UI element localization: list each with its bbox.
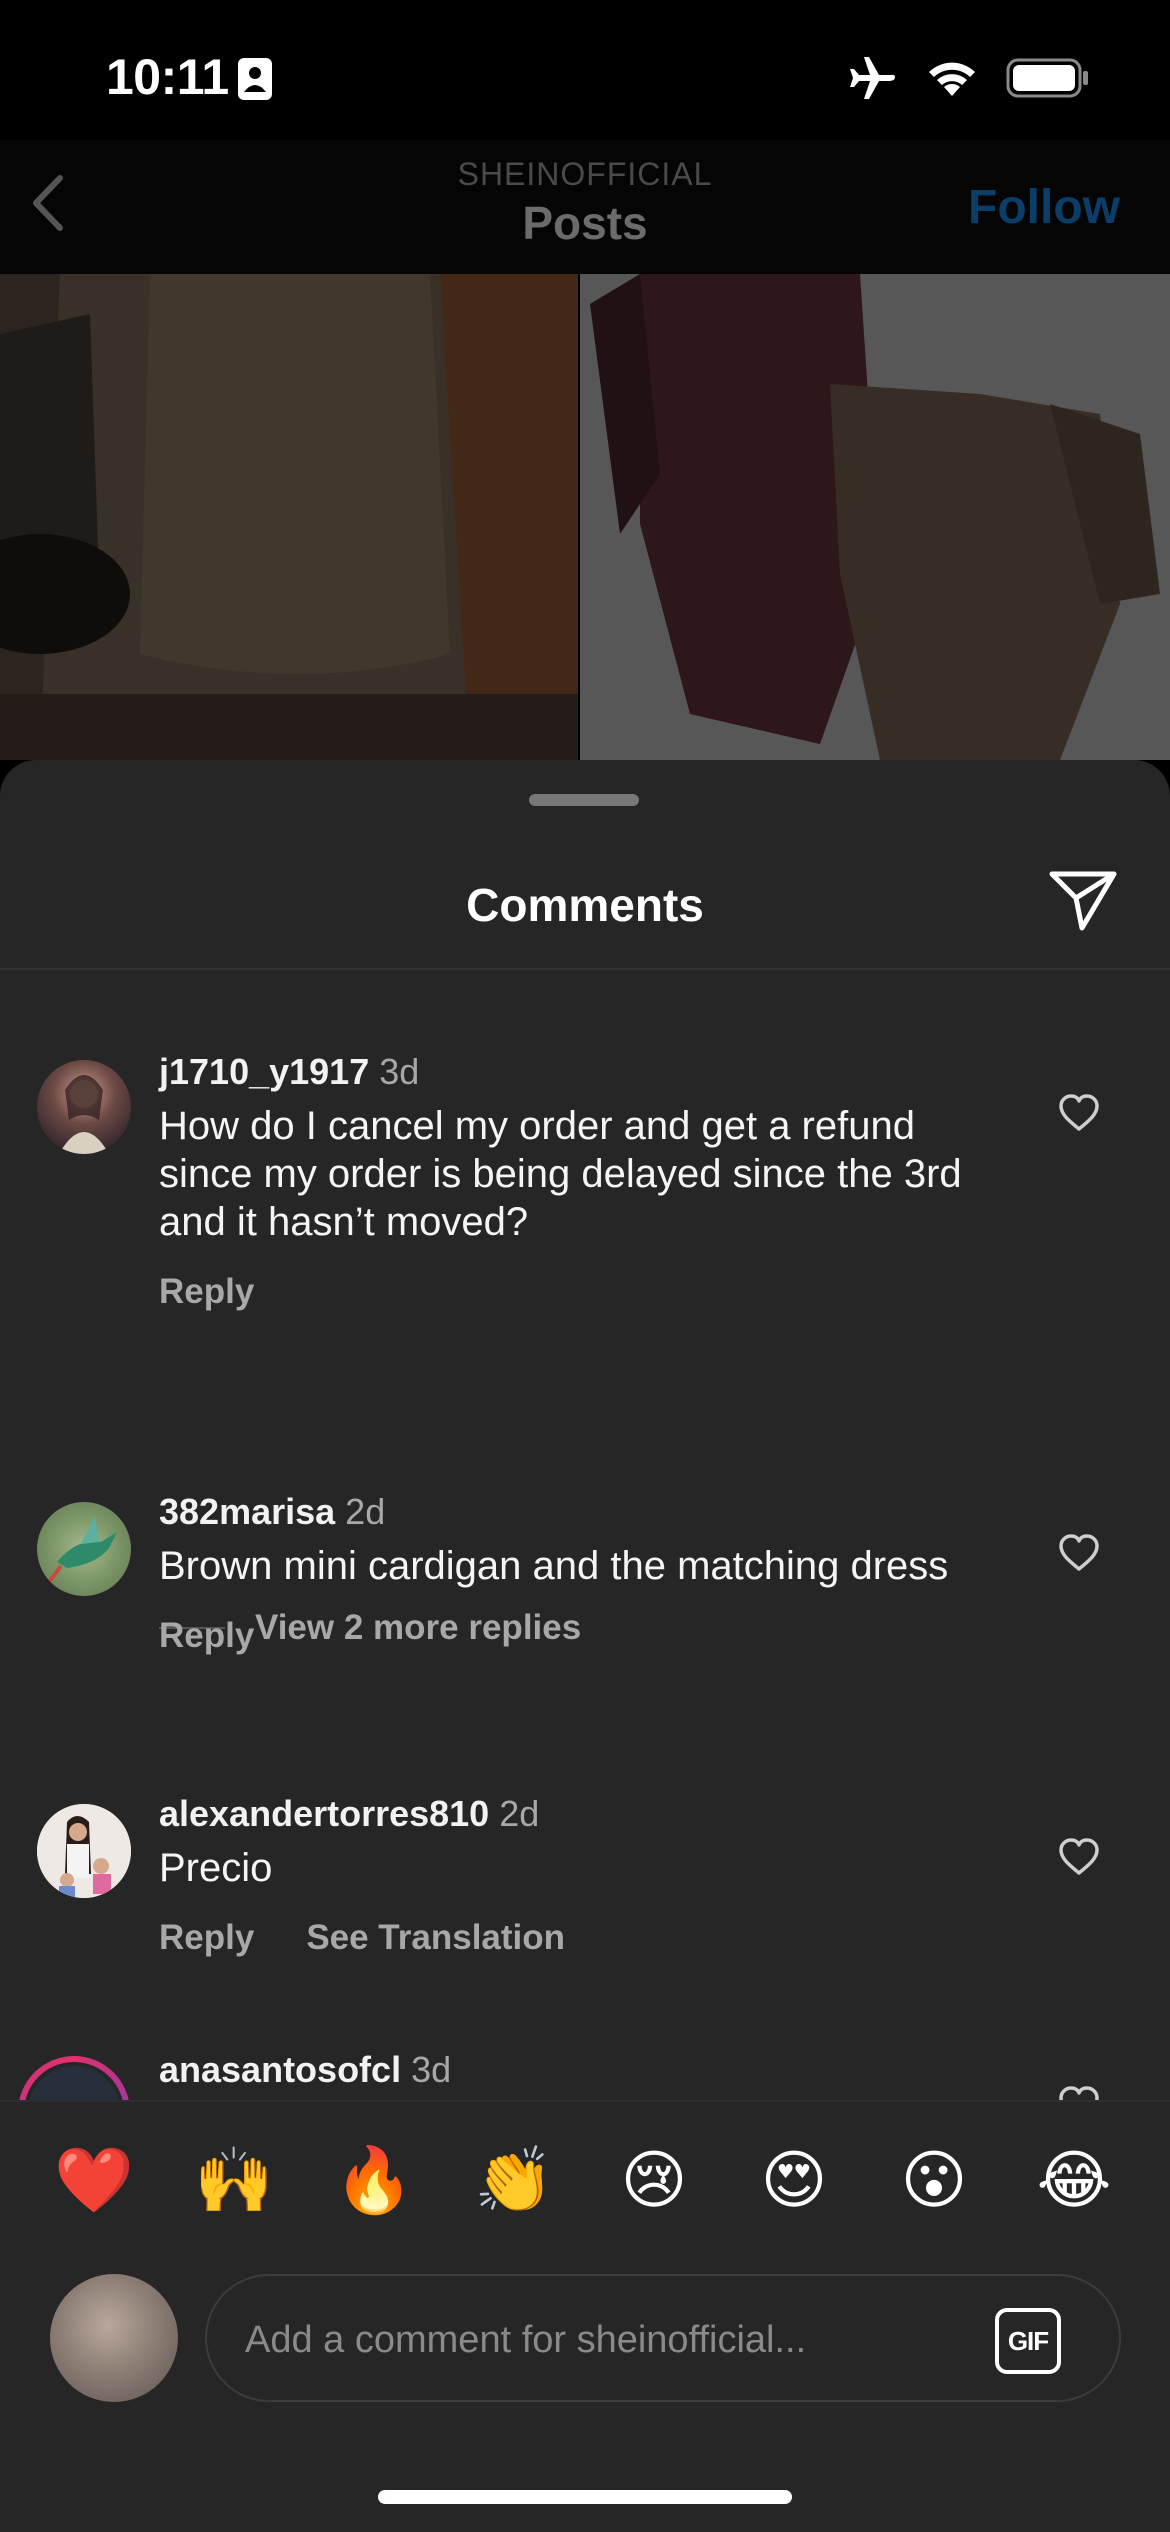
comment-username[interactable]: j1710_y1917	[159, 1051, 369, 1092]
emoji-raising-hands-button[interactable]: 🙌	[194, 2140, 274, 2220]
battery-icon	[1006, 58, 1088, 98]
reply-button[interactable]: Reply	[159, 1918, 254, 1958]
reply-button[interactable]: Reply	[159, 1616, 254, 1656]
emoji-heart-button[interactable]: ❤️	[54, 2140, 134, 2220]
comment-body: alexandertorres810 2d Precio Reply See T…	[159, 1792, 1019, 1958]
comments-list[interactable]: j1710_y1917 3d How do I cancel my order …	[0, 970, 1170, 2100]
sheet-grabber[interactable]	[529, 794, 639, 806]
heart-icon[interactable]	[1058, 1838, 1100, 1876]
wifi-icon	[929, 62, 975, 96]
status-icons	[848, 54, 1090, 102]
comment-input[interactable]	[245, 2300, 985, 2380]
my-avatar[interactable]	[50, 2274, 178, 2402]
emoji-laughing-button[interactable]: 😂	[1034, 2140, 1114, 2220]
avatar[interactable]	[37, 1804, 131, 1898]
emoji-crying-button[interactable]: 😢	[614, 2140, 694, 2220]
comment-input-container[interactable]: GIF	[205, 2274, 1121, 2402]
posts-header: SHEINOFFICIAL Posts Follow	[0, 140, 1170, 274]
heart-icon[interactable]	[1058, 1094, 1100, 1132]
emoji-surprised-button[interactable]: 😮	[894, 2140, 974, 2220]
background-dim-overlay[interactable]	[0, 274, 1170, 760]
follow-button[interactable]: Follow	[968, 180, 1120, 235]
emoji-clapping-button[interactable]: 👏	[474, 2140, 554, 2220]
sheet-title: Comments	[466, 879, 704, 931]
heart-icon[interactable]	[1058, 2086, 1100, 2100]
avatar[interactable]	[37, 1502, 131, 1596]
comment-time: 2d	[345, 1491, 386, 1532]
comment-username[interactable]: alexandertorres810	[159, 1793, 489, 1834]
comment-body: 382marisa 2d Brown mini cardigan and the…	[159, 1490, 1019, 1656]
heart-icon[interactable]	[1058, 1534, 1100, 1572]
emoji-fire-button[interactable]: 🔥	[334, 2140, 414, 2220]
reply-button[interactable]: Reply	[159, 1272, 254, 1312]
comment-username[interactable]: 382marisa	[159, 1491, 335, 1532]
quick-emoji-bar: ❤️ 🙌 🔥 👏 😢 😍 😮 😂	[0, 2100, 1170, 2240]
comment-text: Precio	[159, 1846, 273, 1890]
status-bar: 10:11	[0, 0, 1170, 140]
comment-username[interactable]: anasantosofcl	[159, 2049, 401, 2090]
avatar[interactable]	[37, 1060, 131, 1154]
paper-plane-icon[interactable]	[1048, 868, 1118, 932]
gif-button[interactable]: GIF	[995, 2308, 1061, 2374]
status-time: 10:11	[106, 49, 229, 105]
comment-time: 3d	[379, 1051, 420, 1092]
comment-time: 2d	[499, 1793, 540, 1834]
avatar-story-ring[interactable]	[18, 2056, 130, 2100]
see-translation-button[interactable]: See Translation	[306, 1918, 565, 1958]
comment-text: How do I cancel my order and get a refun…	[159, 1104, 962, 1244]
comments-sheet: Comments j1710_y1917 3d How do I cancel …	[0, 760, 1170, 2532]
emoji-heart-eyes-button[interactable]: 😍	[754, 2140, 834, 2220]
airplane-icon	[850, 57, 895, 99]
id-card-icon	[238, 58, 272, 100]
comment-body: anasantosofcl 3d	[159, 2048, 1019, 2092]
comment-text: Brown mini cardigan and the matching dre…	[159, 1544, 949, 1588]
comment-body: j1710_y1917 3d How do I cancel my order …	[159, 1050, 1019, 1312]
home-indicator	[378, 2490, 792, 2504]
comment-time: 3d	[411, 2049, 452, 2090]
